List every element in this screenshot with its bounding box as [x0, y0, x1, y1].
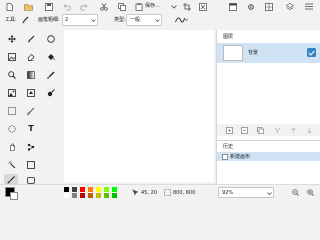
main-toolbar: 保存... — [0, 0, 320, 12]
drawing-canvas[interactable] — [64, 30, 214, 182]
panel-divider — [217, 140, 320, 141]
layers-icon[interactable] — [285, 2, 294, 11]
window-icon[interactable] — [228, 2, 237, 11]
text-icon[interactable]: T — [26, 124, 36, 134]
rounded-rect-icon[interactable] — [26, 176, 36, 184]
redo-icon[interactable] — [79, 2, 88, 11]
cursor-position-icon — [131, 188, 140, 197]
add-layer-icon[interactable] — [225, 126, 233, 134]
palette-swatch[interactable] — [72, 193, 77, 198]
chevron-down-icon[interactable] — [154, 17, 160, 24]
move-layer-up-icon[interactable] — [289, 126, 297, 134]
palette-swatch[interactable] — [104, 193, 109, 198]
eraser-icon[interactable] — [26, 52, 36, 62]
merge-layer-icon[interactable] — [273, 126, 281, 134]
tool-label: 工具: — [5, 17, 17, 23]
rectangle-icon[interactable] — [26, 160, 36, 170]
lasso-icon[interactable] — [7, 124, 17, 134]
secondary-color-swatch[interactable] — [10, 192, 18, 200]
curve-line-icon[interactable] — [174, 15, 188, 25]
paint-bucket-icon[interactable] — [46, 52, 56, 62]
type-label: 类型: — [114, 17, 126, 23]
palette-swatch[interactable] — [96, 187, 101, 192]
crop-icon[interactable] — [182, 2, 191, 11]
delete-layer-icon[interactable] — [240, 126, 248, 134]
cursor-position: 45, 20 — [141, 190, 157, 196]
document-icon[interactable] — [5, 2, 13, 11]
history-item-label: 新建画布 — [230, 153, 251, 160]
ellipse-select-icon[interactable] — [46, 34, 56, 44]
move-selection-icon[interactable] — [7, 34, 17, 44]
palette-swatch[interactable] — [80, 193, 85, 198]
status-bar: 45, 20 800, 600 92% — [0, 184, 320, 200]
stamp-icon[interactable] — [26, 88, 36, 98]
pencil-icon[interactable] — [26, 34, 36, 44]
palette-swatch[interactable] — [104, 187, 109, 192]
new-canvas-icon — [221, 153, 228, 160]
clone-icon[interactable] — [26, 142, 36, 152]
layer-actions-bar — [217, 124, 320, 136]
pan-icon[interactable] — [7, 142, 17, 152]
gradient-icon[interactable] — [26, 70, 36, 80]
color-palette[interactable] — [64, 187, 124, 199]
tool-palette: T — [0, 30, 64, 185]
history-header: 历史 — [223, 144, 234, 150]
text-tool-glyph: T — [28, 124, 34, 133]
palette-swatch[interactable] — [80, 187, 85, 192]
zoom-in-icon[interactable] — [306, 188, 315, 197]
move-layer-down-icon[interactable] — [305, 126, 313, 134]
brush-width-input[interactable]: 2 — [62, 14, 98, 26]
zoom-value: 92% — [222, 190, 234, 196]
tool-options-bar: 工具: 画笔粗细: 2 类型: 一般 — [0, 12, 320, 29]
brush-tool-indicator-icon[interactable] — [20, 15, 29, 25]
brush-width-label: 画笔粗细: — [38, 17, 60, 23]
hamburger-menu-icon[interactable] — [304, 2, 313, 11]
type-value: 一般 — [130, 17, 141, 23]
cut-icon[interactable] — [99, 2, 108, 11]
palette-swatch[interactable] — [72, 187, 77, 192]
color-dropper-icon[interactable] — [46, 88, 56, 98]
layer-row[interactable]: 背景 — [217, 43, 320, 63]
delete-icon[interactable] — [198, 2, 207, 11]
layer-name: 背景 — [248, 50, 259, 56]
layers-header: 图层 — [223, 34, 234, 40]
folder-icon[interactable] — [24, 2, 33, 11]
zoom-out-icon[interactable] — [291, 188, 300, 197]
edit-menu-label[interactable]: 保存... — [145, 3, 160, 9]
copy-icon[interactable] — [117, 2, 126, 11]
zoom-icon[interactable] — [7, 70, 17, 80]
zoom-select[interactable]: 92% — [218, 187, 274, 198]
brush-alt-icon[interactable] — [26, 106, 36, 116]
palette-swatch[interactable] — [112, 187, 117, 192]
layer-thumbnail — [223, 45, 243, 61]
duplicate-layer-icon[interactable] — [256, 126, 264, 134]
palette-swatch[interactable] — [112, 193, 117, 198]
brush-width-value: 2 — [65, 17, 69, 23]
selection-size: 800, 600 — [173, 190, 196, 196]
chevron-down-icon[interactable] — [266, 190, 272, 196]
type-select[interactable]: 一般 — [126, 14, 162, 26]
save-icon[interactable] — [44, 2, 53, 11]
palette-swatch[interactable] — [64, 193, 69, 198]
undo-icon[interactable] — [62, 2, 71, 11]
palette-swatch[interactable] — [88, 193, 93, 198]
selection-size-icon — [163, 188, 172, 197]
history-item[interactable]: 新建画布 — [217, 152, 320, 161]
image-icon[interactable] — [7, 88, 17, 98]
palette-swatch[interactable] — [96, 193, 101, 198]
side-panel: 图层 背景 历史 新建画布 — [216, 30, 320, 186]
rect-select-icon[interactable] — [7, 106, 17, 116]
magic-wand-icon[interactable] — [7, 160, 17, 170]
palette-swatch[interactable] — [64, 187, 69, 192]
paste-icon[interactable] — [134, 2, 143, 11]
layer-visibility-checkbox[interactable] — [307, 48, 316, 57]
image-adjust-icon[interactable] — [7, 52, 17, 62]
chevron-down-icon[interactable] — [170, 2, 178, 11]
chevron-down-icon[interactable] — [90, 17, 96, 24]
color-picker-icon[interactable] — [46, 70, 56, 80]
grid-icon[interactable] — [264, 2, 273, 11]
palette-swatch[interactable] — [88, 187, 93, 192]
settings-icon[interactable] — [246, 2, 255, 11]
